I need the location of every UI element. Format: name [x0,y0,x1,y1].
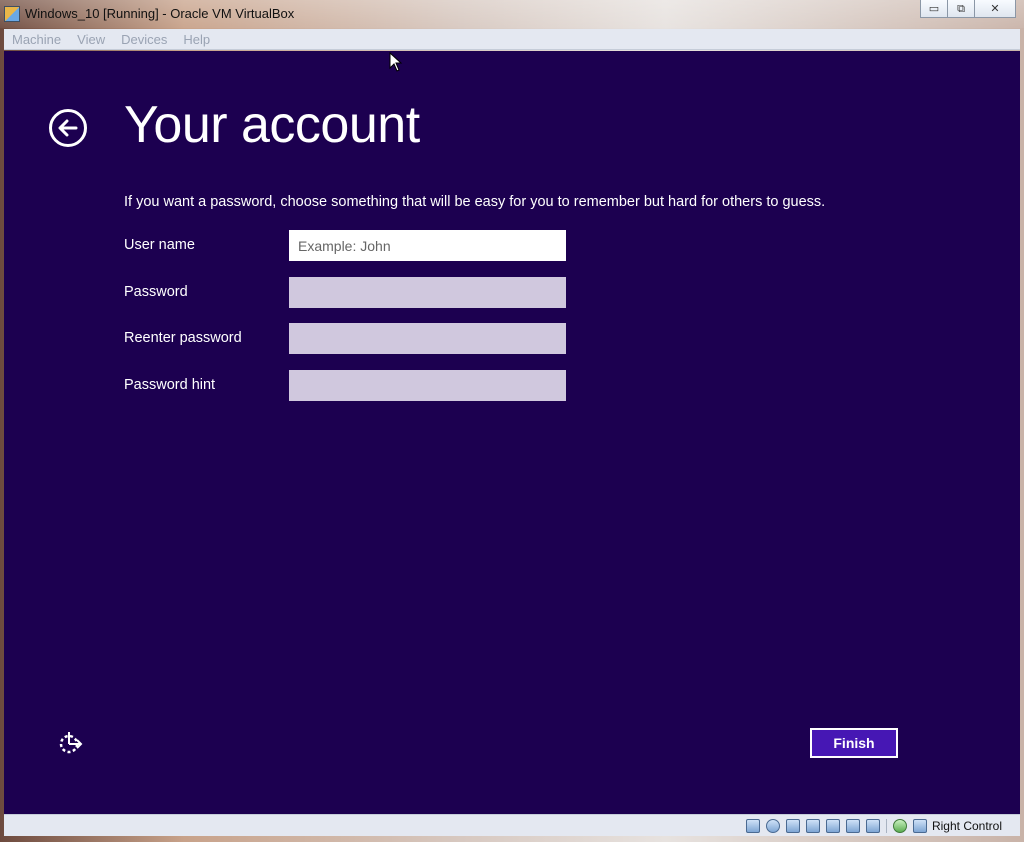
username-label: User name [124,237,195,253]
reenter-password-row: Reenter password [124,323,574,355]
host-key-label: Right Control [931,818,1002,833]
username-row: User name [124,230,574,262]
password-row: Password [124,277,574,309]
mouse-cursor-icon [389,52,403,72]
usb-icon[interactable] [785,818,800,833]
window-controls: ▭ ⧉ ✕ [920,0,1016,20]
password-input[interactable] [289,277,566,308]
instruction-text: If you want a password, choose something… [124,194,826,210]
menu-help[interactable]: Help [183,32,210,47]
guest-additions-icon[interactable] [892,818,907,833]
password-label: Password [124,284,188,300]
back-button[interactable] [49,109,87,147]
password-hint-input[interactable] [289,370,566,401]
mouse-integration-icon[interactable] [912,818,927,833]
username-input[interactable] [289,230,566,261]
page-title: Your account [124,96,420,154]
password-hint-row: Password hint [124,370,574,402]
menubar: Machine View Devices Help [4,29,1020,50]
reenter-password-label: Reenter password [124,330,242,346]
hard-disk-icon[interactable] [745,818,760,833]
close-button[interactable]: ✕ [974,0,1016,18]
statusbar: Right Control [4,814,1020,836]
finish-button[interactable]: Finish [810,728,898,758]
virtualbox-icon [4,6,20,22]
network-icon[interactable] [845,818,860,833]
window-title: Windows_10 [Running] - Oracle VM Virtual… [25,6,295,21]
shared-folders-icon[interactable] [805,818,820,833]
ease-of-access-icon[interactable] [57,730,83,756]
password-hint-label: Password hint [124,377,216,393]
statusbar-separator [885,818,887,833]
desktop-background: { "window": { "title": "Windows_10 [Runn… [0,0,1024,842]
arrow-left-icon [58,119,78,137]
menu-view[interactable]: View [77,32,105,47]
restore-button[interactable]: ⧉ [947,0,975,18]
video-capture-icon[interactable] [865,818,880,833]
menu-devices[interactable]: Devices [121,32,167,47]
reenter-password-input[interactable] [289,323,566,354]
minimize-button[interactable]: ▭ [920,0,948,18]
vm-display[interactable]: Your account If you want a password, cho… [4,51,1020,814]
window-titlebar[interactable]: Windows_10 [Running] - Oracle VM Virtual… [0,0,1024,28]
display-icon[interactable] [825,818,840,833]
menu-machine[interactable]: Machine [12,32,61,47]
optical-drive-icon[interactable] [765,818,780,833]
